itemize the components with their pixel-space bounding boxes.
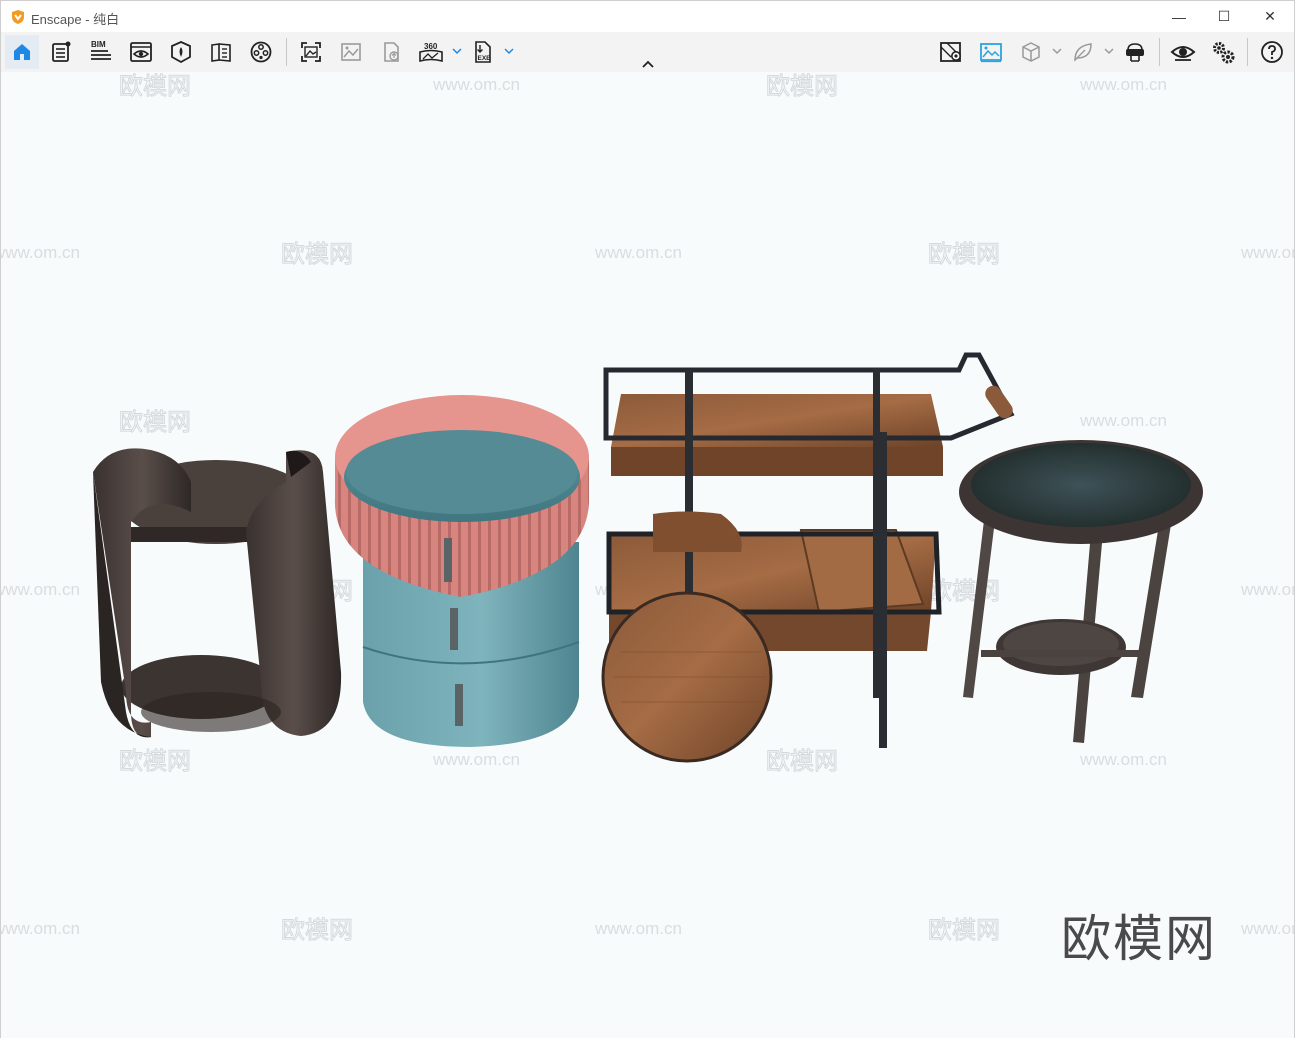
settings-list-icon [52, 41, 71, 62]
batch-render-button[interactable] [334, 35, 368, 69]
bar-cart[interactable] [601, 352, 1016, 763]
svg-text:www.om.cn: www.om.cn [1, 580, 80, 599]
render-viewport[interactable]: 欧模网 www.om.cn 欧模网 www.om.cn www.om.cn 欧模… [1, 72, 1294, 1038]
window-title: Enscape - 纯白 [31, 12, 120, 27]
general-settings-button[interactable] [1206, 35, 1240, 69]
video-editor-icon [250, 41, 272, 63]
collapse-toolbar-chevron-up-icon[interactable] [640, 58, 656, 70]
maximize-button[interactable]: ☐ [1201, 1, 1247, 32]
visual-settings-icon [1170, 46, 1196, 61]
home-icon [14, 44, 30, 60]
map-button[interactable] [934, 35, 968, 69]
leaf-icon [1074, 43, 1092, 62]
vr-headset-button[interactable] [1118, 35, 1152, 69]
help-icon [1261, 41, 1283, 63]
minimize-button[interactable]: — [1156, 1, 1202, 32]
app-window: Enscape - 纯白 — ☐ ✕ BIM 360 EXE 欧模网 www.o… [0, 0, 1295, 1038]
panorama-dropdown-chevron-down-icon[interactable] [452, 45, 462, 57]
svg-text:www.om.cn: www.om.cn [432, 75, 520, 94]
enscape-logo-icon [12, 10, 24, 24]
cube-dropdown-chevron-down-icon[interactable] [1052, 45, 1062, 57]
svg-text:www.om.cn: www.om.cn [432, 750, 520, 769]
asset-library-button[interactable] [164, 35, 198, 69]
batch-render-icon [341, 43, 361, 61]
svg-text:www.om.cn: www.om.cn [1240, 243, 1294, 262]
svg-text:www.om.cn: www.om.cn [1, 243, 80, 262]
panorama-button[interactable]: 360 [414, 35, 448, 69]
brand-watermark: 欧模网 [1061, 910, 1217, 968]
export-exe-button[interactable]: EXE [466, 35, 500, 69]
home-button[interactable] [5, 35, 39, 69]
bim-icon: BIM [91, 40, 111, 60]
side-table-wood-wrap[interactable] [93, 448, 342, 738]
settings-list-button[interactable] [44, 35, 78, 69]
export-exe-icon: EXE [475, 41, 492, 63]
toolbar-separator-help [1247, 38, 1248, 66]
svg-text:欧模网: 欧模网 [928, 916, 1000, 944]
view-management-icon [211, 43, 231, 62]
svg-text:360: 360 [424, 42, 438, 51]
cube-view-icon [1022, 42, 1040, 62]
general-settings-icon [1213, 42, 1235, 64]
svg-text:EXE: EXE [478, 55, 492, 62]
view-button[interactable] [124, 35, 158, 69]
panorama-icon: 360 [419, 42, 443, 63]
svg-text:欧模网: 欧模网 [766, 72, 838, 100]
svg-text:BIM: BIM [91, 40, 106, 49]
export-dropdown-chevron-down-icon[interactable] [504, 45, 514, 57]
leaf-button[interactable] [1066, 35, 1100, 69]
video-editor-button[interactable] [244, 35, 278, 69]
svg-text:www.om.cn: www.om.cn [594, 243, 682, 262]
bim-button[interactable]: BIM [84, 35, 118, 69]
svg-text:欧模网: 欧模网 [119, 747, 191, 775]
view-eye-icon [130, 42, 152, 62]
map-pin-icon [940, 42, 961, 62]
svg-text:欧模网: 欧模网 [766, 747, 838, 775]
screenshot-button[interactable] [294, 35, 328, 69]
upload-button[interactable] [374, 35, 408, 69]
svg-text:www.om.cn: www.om.cn [1, 919, 80, 938]
rendering-mode-button[interactable] [974, 35, 1008, 69]
visual-settings-button[interactable] [1166, 35, 1200, 69]
screenshot-icon [301, 42, 321, 62]
svg-text:www.om.cn: www.om.cn [1240, 919, 1294, 938]
title-bar[interactable]: Enscape - 纯白 — ☐ ✕ [1, 1, 1294, 32]
svg-text:欧模网: 欧模网 [281, 916, 353, 944]
svg-text:欧模网: 欧模网 [119, 408, 191, 436]
cube-view-button[interactable] [1014, 35, 1048, 69]
svg-text:欧模网: 欧模网 [281, 240, 353, 268]
toolbar-separator [286, 38, 287, 66]
scene-canvas: 欧模网 www.om.cn 欧模网 www.om.cn www.om.cn 欧模… [1, 72, 1294, 945]
rendering-mode-icon [980, 43, 1002, 63]
svg-text:www.om.cn: www.om.cn [594, 919, 682, 938]
help-button[interactable] [1255, 35, 1289, 69]
close-button[interactable]: ✕ [1247, 1, 1293, 32]
toolbar-separator-right [1159, 38, 1160, 66]
svg-text:www.om.cn: www.om.cn [1240, 580, 1294, 599]
svg-text:欧模网: 欧模网 [928, 240, 1000, 268]
svg-text:www.om.cn: www.om.cn [1079, 750, 1167, 769]
svg-text:www.om.cn: www.om.cn [1079, 75, 1167, 94]
view-management-button[interactable] [204, 35, 238, 69]
upload-icon [384, 42, 399, 62]
svg-text:欧模网: 欧模网 [119, 72, 191, 100]
leaf-dropdown-chevron-down-icon[interactable] [1104, 45, 1114, 57]
round-drawer-cabinet[interactable] [334, 395, 590, 747]
vr-headset-icon [1126, 43, 1144, 62]
svg-text:www.om.cn: www.om.cn [1079, 411, 1167, 430]
asset-library-icon [171, 41, 191, 64]
